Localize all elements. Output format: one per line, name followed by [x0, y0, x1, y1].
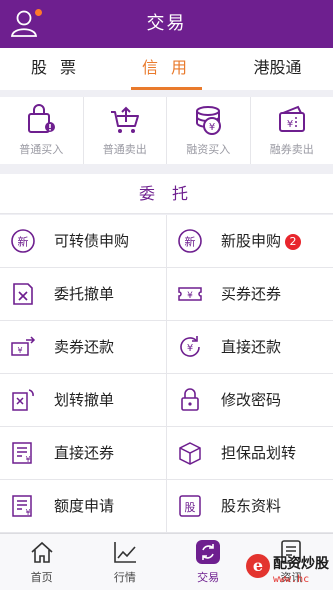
new-circle-icon: 新: [11, 229, 35, 253]
watermark-logo-icon: e: [246, 554, 270, 578]
document-yen-icon: ¥: [12, 495, 32, 517]
transfer-cancel-icon: [12, 389, 34, 411]
chart-line-icon: [114, 542, 136, 563]
ticket-money-icon: ¥: [11, 336, 36, 356]
svg-text:¥: ¥: [17, 346, 22, 355]
shareholder-info-button[interactable]: 股 股东资料: [167, 480, 333, 532]
svg-text:¥: ¥: [187, 343, 193, 354]
section-title: 委 托: [0, 174, 333, 214]
credit-limit-apply-button[interactable]: ¥ 额度申请: [0, 480, 167, 532]
svg-text:¥: ¥: [25, 455, 30, 464]
nav-trade[interactable]: 交易: [167, 534, 250, 590]
yen-refresh-icon: ¥: [180, 336, 200, 357]
nav-market[interactable]: 行情: [83, 534, 166, 590]
grid-row: 委托撤单 ¥ 买券还券: [0, 268, 333, 321]
tab-credit[interactable]: 信 用: [111, 48, 222, 90]
short-sell-button[interactable]: ¥ 融券卖出: [251, 97, 333, 164]
grid-row: ¥ 卖券还款 ¥ 直接还款: [0, 321, 333, 374]
ipo-subscribe-button[interactable]: 新 新股申购 2: [167, 215, 333, 267]
change-password-button[interactable]: 修改密码: [167, 374, 333, 426]
trade-icon: [196, 540, 221, 564]
grid-row: ¥ 额度申请 股 股东资料: [0, 480, 333, 533]
order-function-grid: 新 可转债申购 新 新股申购 2 委托撤单 ¥ 买券还券 ¥ 卖券还款 ¥ 直接还…: [0, 215, 333, 533]
svg-text:¥: ¥: [187, 291, 193, 301]
lock-icon: [181, 388, 199, 411]
new-circle-icon: 新: [178, 229, 202, 253]
nav-home[interactable]: 首页: [0, 534, 83, 590]
stock-badge-icon: 股: [179, 495, 201, 517]
direct-return-securities-button[interactable]: ¥ 直接还券: [0, 427, 167, 479]
home-icon: [31, 541, 53, 563]
buy-return-securities-button[interactable]: ¥ 买券还券: [167, 268, 333, 320]
coin-stack-icon: ¥: [196, 106, 222, 135]
tab-hk-connect[interactable]: 港股通: [222, 48, 333, 90]
trade-tabs: 股 票 信 用 港股通: [0, 48, 333, 90]
watermark: e 配资炒股 www.hc: [246, 552, 333, 590]
bag-buy-icon: [28, 104, 56, 133]
grid-row: 划转撤单 修改密码: [0, 374, 333, 427]
normal-buy-button[interactable]: 普通买入: [0, 97, 84, 164]
svg-text:¥: ¥: [25, 508, 30, 517]
svg-text:股: 股: [185, 501, 196, 514]
grid-row: 新 可转债申购 新 新股申购 2: [0, 215, 333, 268]
tab-stock[interactable]: 股 票: [0, 48, 111, 90]
svg-text:¥: ¥: [287, 119, 293, 130]
grid-row: ¥ 直接还券 担保品划转: [0, 427, 333, 480]
margin-buy-button[interactable]: ¥ 融资买入: [167, 97, 251, 164]
svg-text:¥: ¥: [209, 122, 215, 133]
voucher-icon: ¥: [278, 105, 305, 132]
box-icon: [179, 442, 201, 465]
top-bar: 交易: [0, 0, 333, 48]
normal-sell-button[interactable]: 普通卖出: [84, 97, 167, 164]
cb-subscribe-button[interactable]: 新 可转债申购: [0, 215, 167, 267]
svg-text:新: 新: [18, 235, 29, 249]
sell-repay-button[interactable]: ¥ 卖券还款: [0, 321, 167, 373]
cancel-order-icon: [13, 283, 33, 305]
document-yen-icon: ¥: [12, 442, 32, 464]
ticket-icon: ¥: [178, 287, 202, 301]
direct-repay-button[interactable]: ¥ 直接还款: [167, 321, 333, 373]
transfer-cancel-button[interactable]: 划转撤单: [0, 374, 167, 426]
svg-text:新: 新: [185, 235, 196, 249]
collateral-transfer-button[interactable]: 担保品划转: [167, 427, 333, 479]
count-badge: 2: [285, 234, 302, 250]
cancel-order-button[interactable]: 委托撤单: [0, 268, 167, 320]
cart-sell-icon: [110, 106, 139, 133]
quick-actions: 普通买入 普通卖出 ¥ 融资买入 ¥ 融券卖出: [0, 97, 333, 164]
page-title: 交易: [146, 13, 187, 34]
